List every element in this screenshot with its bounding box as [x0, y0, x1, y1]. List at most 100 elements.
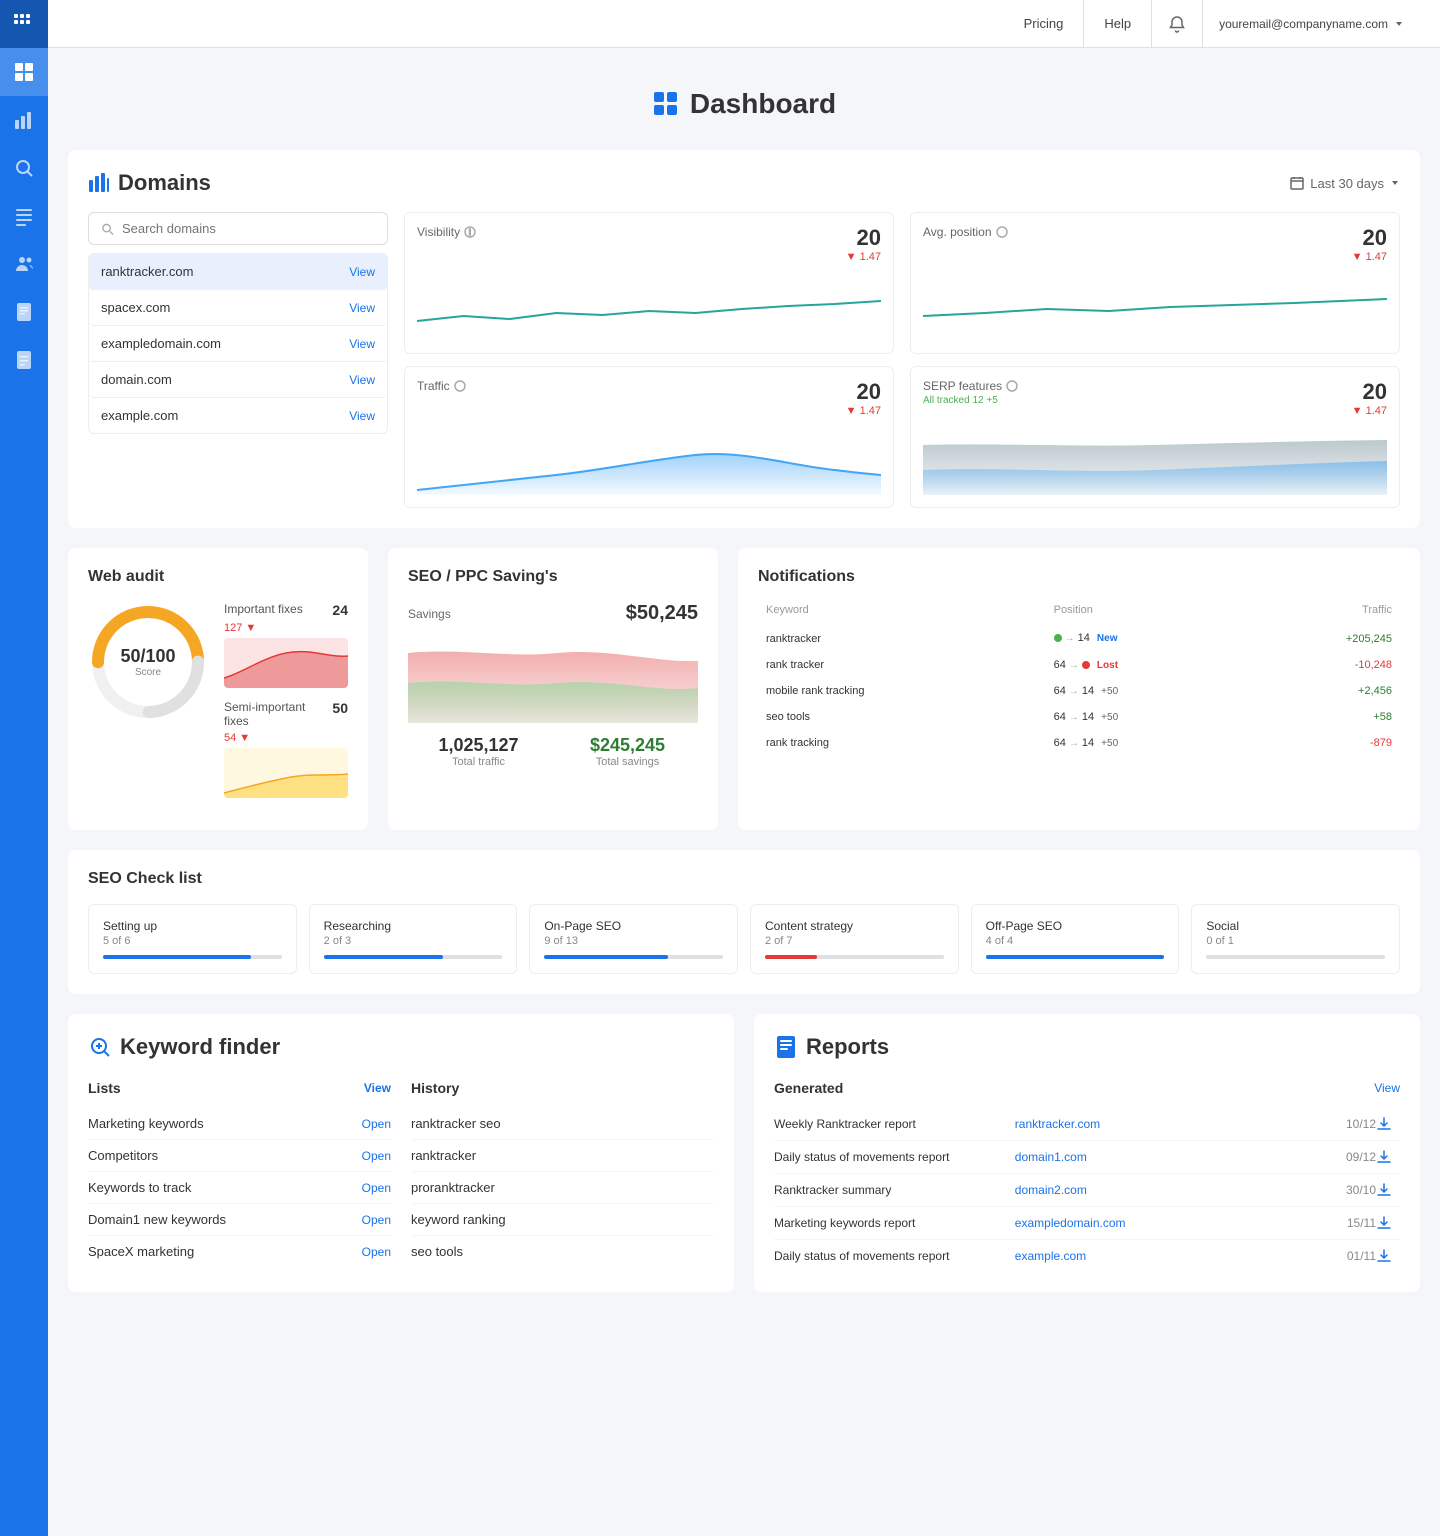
report-domain[interactable]: ranktracker.com	[1015, 1117, 1256, 1131]
notifications-table: Keyword Position Traffic ranktracker → 1…	[758, 602, 1400, 757]
sidebar-item-reports[interactable]	[0, 288, 48, 336]
notif-col-keyword: Keyword	[760, 604, 1046, 624]
help-link[interactable]: Help	[1084, 0, 1152, 48]
checklist-item-title: Social	[1206, 919, 1385, 933]
pricing-link[interactable]: Pricing	[1004, 0, 1085, 48]
domain-name: example.com	[101, 408, 178, 423]
domain-item[interactable]: spacex.com View	[89, 290, 387, 326]
avg-position-change: ▼ 1.47	[1352, 251, 1387, 263]
checklist-bar	[324, 955, 444, 959]
domain-search[interactable]	[88, 212, 388, 245]
domain-item[interactable]: example.com View	[89, 398, 387, 433]
domain-search-input[interactable]	[122, 221, 375, 236]
report-name: Daily status of movements report	[774, 1150, 1015, 1164]
metrics-col-2: Avg. position 20 ▼ 1.47	[910, 212, 1400, 508]
kf-open-link[interactable]: Open	[362, 1149, 391, 1163]
domain-name: domain.com	[101, 372, 172, 387]
report-item: Weekly Ranktracker report ranktracker.co…	[774, 1108, 1400, 1141]
domain-item[interactable]: ranktracker.com View	[89, 254, 387, 290]
checklist-item[interactable]: Social 0 of 1	[1191, 904, 1400, 974]
reports-generated-label: Generated	[774, 1080, 843, 1096]
semi-fixes-sub: 54 ▼	[224, 732, 348, 744]
domain-view-link[interactable]: View	[349, 373, 375, 387]
keyword-finder-icon	[88, 1035, 112, 1059]
sidebar-item-dashboard[interactable]	[0, 48, 48, 96]
report-domain[interactable]: domain1.com	[1015, 1150, 1256, 1164]
notif-keyword: rank tracking	[760, 731, 1046, 755]
semi-fixes-count: 50	[332, 700, 348, 728]
checklist-item[interactable]: Setting up 5 of 6	[88, 904, 297, 974]
visibility-label: Visibility i	[417, 225, 476, 239]
checklist-item-title: On-Page SEO	[544, 919, 723, 933]
kf-history-item: ranktracker seo	[411, 1108, 714, 1140]
user-menu[interactable]: youremail@companyname.com	[1203, 0, 1420, 48]
sidebar-logo[interactable]	[0, 0, 48, 48]
checklist-bar-bg	[765, 955, 944, 959]
kf-open-link[interactable]: Open	[362, 1117, 391, 1131]
domains-grid: ranktracker.com View spacex.com View exa…	[88, 212, 1400, 508]
seo-ppc-card: SEO / PPC Saving's Savings $50,245	[388, 548, 718, 830]
report-domain[interactable]: exampledomain.com	[1015, 1216, 1256, 1230]
notif-keyword: seo tools	[760, 705, 1046, 729]
kf-open-link[interactable]: Open	[362, 1181, 391, 1195]
domain-item[interactable]: domain.com View	[89, 362, 387, 398]
reports-icon	[774, 1035, 798, 1059]
kf-history-col: History ranktracker seo ranktracker pror…	[411, 1080, 714, 1267]
report-download[interactable]	[1376, 1149, 1400, 1165]
sidebar-item-search[interactable]	[0, 144, 48, 192]
domains-title: Domains	[88, 170, 211, 196]
kf-open-link[interactable]: Open	[362, 1213, 391, 1227]
report-download[interactable]	[1376, 1248, 1400, 1264]
checklist-bar-bg	[986, 955, 1165, 959]
report-name: Ranktracker summary	[774, 1183, 1015, 1197]
report-domain[interactable]: example.com	[1015, 1249, 1256, 1263]
checklist-bar-bg	[1206, 955, 1385, 959]
traffic-chart: Traffic 20 ▼ 1.47	[404, 366, 894, 508]
page-title-area: Dashboard	[68, 88, 1420, 120]
domain-name: ranktracker.com	[101, 264, 193, 279]
sidebar-item-list[interactable]	[0, 192, 48, 240]
savings-label: Savings	[408, 607, 451, 621]
domains-date-filter[interactable]: Last 30 days	[1290, 176, 1400, 191]
kf-open-link[interactable]: Open	[362, 1245, 391, 1259]
checklist-item-count: 0 of 1	[1206, 935, 1385, 947]
reports-view-link[interactable]: View	[1374, 1081, 1400, 1095]
kf-list-name: SpaceX marketing	[88, 1244, 194, 1259]
info-icon	[996, 226, 1008, 238]
domain-view-link[interactable]: View	[349, 409, 375, 423]
report-download[interactable]	[1376, 1215, 1400, 1231]
savings-amount: $50,245	[626, 602, 698, 625]
semi-fixes-label: Semi-important fixes	[224, 700, 332, 728]
checklist-item[interactable]: Off-Page SEO 4 of 4	[971, 904, 1180, 974]
domain-view-link[interactable]: View	[349, 265, 375, 279]
domain-view-link[interactable]: View	[349, 337, 375, 351]
info-icon: i	[464, 226, 476, 238]
domain-item[interactable]: exampledomain.com View	[89, 326, 387, 362]
keyword-finder-title: Lists Keyword finder	[88, 1034, 714, 1060]
serp-features-value: 20	[1352, 379, 1387, 405]
kf-list-name: Competitors	[88, 1148, 158, 1163]
checklist-item[interactable]: Researching 2 of 3	[309, 904, 518, 974]
domain-name: exampledomain.com	[101, 336, 221, 351]
checklist-bar	[544, 955, 667, 959]
domains-header: Domains Last 30 days	[88, 170, 1400, 196]
avg-position-chart-area	[923, 271, 1387, 341]
checklist-bar-bg	[103, 955, 282, 959]
keyword-finder-card: Lists Keyword finder Lists View Marketin…	[68, 1014, 734, 1292]
sidebar-item-document[interactable]	[0, 336, 48, 384]
kf-list-name: Domain1 new keywords	[88, 1212, 226, 1227]
sidebar-item-analytics[interactable]	[0, 96, 48, 144]
report-download[interactable]	[1376, 1116, 1400, 1132]
checklist-item[interactable]: Content strategy 2 of 7	[750, 904, 959, 974]
sidebar-item-users[interactable]	[0, 240, 48, 288]
report-domain[interactable]: domain2.com	[1015, 1183, 1256, 1197]
notifications-bell[interactable]	[1152, 0, 1203, 48]
report-download[interactable]	[1376, 1182, 1400, 1198]
kf-history-title: History	[411, 1080, 714, 1096]
kf-lists-view[interactable]: View	[364, 1081, 391, 1095]
web-audit-title: Web audit	[88, 568, 348, 586]
middle-section: Web audit 50/100 Score	[68, 548, 1420, 830]
domain-view-link[interactable]: View	[349, 301, 375, 315]
notif-row: rank tracking 64 → 14 +50 -879	[760, 731, 1398, 755]
checklist-item[interactable]: On-Page SEO 9 of 13	[529, 904, 738, 974]
